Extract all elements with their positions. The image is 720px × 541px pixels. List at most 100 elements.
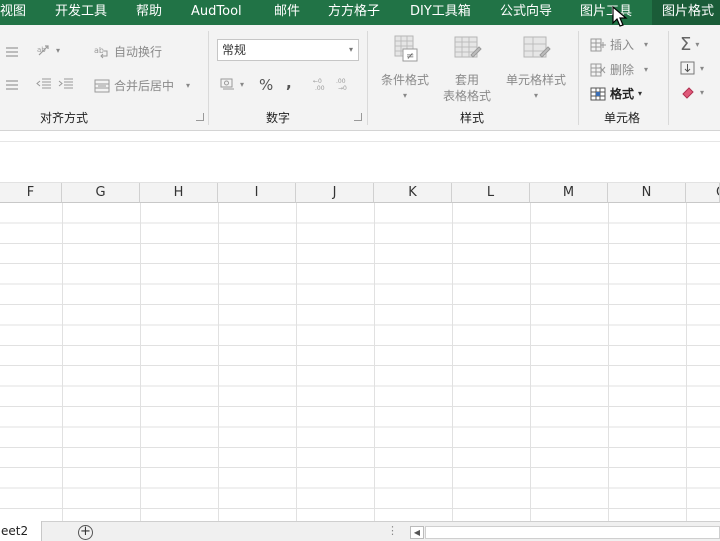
insert-label: 插入	[610, 38, 635, 52]
delete-label: 删除	[610, 63, 635, 77]
group-divider	[668, 31, 669, 125]
group-label-styles: 样式	[460, 111, 485, 125]
column-header-o[interactable]: O	[686, 183, 720, 203]
column-header-n[interactable]: N	[608, 183, 686, 203]
align-lines-icon[interactable]	[4, 78, 20, 92]
grid-line	[218, 203, 219, 521]
column-header-j[interactable]: J	[296, 183, 374, 203]
divider	[0, 141, 720, 142]
sigma-icon: Σ	[680, 34, 692, 55]
column-header-l[interactable]: L	[452, 183, 530, 203]
group-label-cells: 单元格	[604, 111, 641, 125]
column-header-h[interactable]: H	[140, 183, 218, 203]
grid-line	[140, 203, 141, 521]
wrap-text-label: 自动换行	[114, 45, 163, 59]
wrap-text-icon: ab	[94, 46, 108, 58]
eraser-icon	[682, 87, 694, 99]
format-as-table-icon	[454, 36, 482, 58]
merge-center-icon	[94, 79, 110, 92]
svg-text:→0: →0	[338, 85, 347, 91]
delete-cells-button[interactable]: 删除 ▾	[590, 61, 648, 78]
column-header-f[interactable]: F	[0, 183, 62, 203]
grid-line	[686, 203, 687, 521]
fill-down-icon	[680, 61, 695, 75]
conditional-format-icon: ≠	[394, 35, 418, 62]
insert-cells-icon	[590, 38, 606, 51]
grid-line	[608, 203, 609, 521]
svg-text:←0: ←0	[313, 78, 322, 85]
svg-text:.00: .00	[336, 78, 346, 85]
column-header-m[interactable]: M	[530, 183, 608, 203]
scroll-left-icon[interactable]: ◀	[410, 526, 424, 539]
formula-bar-area	[0, 131, 720, 183]
tab-developer[interactable]: 开发工具	[55, 0, 107, 25]
sheet-tab-bar: eet2 + ⋮ ◀	[0, 521, 720, 541]
tab-split-handle[interactable]: ⋮	[387, 524, 398, 537]
grid-line	[530, 203, 531, 521]
align-left-icon[interactable]	[4, 45, 20, 59]
comma-style-button[interactable]: ,	[286, 74, 292, 92]
group-divider	[208, 31, 209, 125]
format-as-table-label-2: 表格格式	[442, 89, 491, 103]
format-label: 格式	[610, 87, 635, 101]
svg-text:ab: ab	[94, 46, 104, 55]
cell-grid[interactable]	[0, 203, 720, 521]
tab-fangfang-gezi[interactable]: 方方格子	[328, 0, 380, 25]
mouse-cursor-icon	[612, 6, 628, 27]
grid-line	[452, 203, 453, 521]
grid-line	[62, 203, 63, 521]
format-as-table-button[interactable]: 套用 表格格式	[434, 33, 500, 104]
cell-styles-label: 单元格样式	[505, 73, 566, 87]
group-label-number: 数字	[266, 111, 291, 125]
tab-picture-format[interactable]: 图片格式	[652, 0, 720, 25]
conditional-format-button[interactable]: ≠ 条件格式 ▾	[376, 33, 434, 104]
format-cells-icon	[590, 87, 606, 100]
decrease-indent-icon	[36, 78, 51, 89]
svg-text:.00: .00	[315, 85, 325, 91]
sheet-tab-sheet2[interactable]: eet2	[0, 521, 42, 541]
svg-text:≠: ≠	[406, 51, 414, 62]
increase-decimal-button[interactable]: ←0.00	[313, 77, 329, 91]
merge-center-button[interactable]: 合并后居中 ▾	[94, 77, 190, 94]
tab-view[interactable]: 视图	[0, 0, 26, 25]
cell-styles-button[interactable]: 单元格样式 ▾	[500, 33, 572, 104]
increase-indent-button[interactable]	[58, 77, 74, 91]
format-cells-button[interactable]: 格式 ▾	[590, 85, 642, 102]
wrap-text-button[interactable]: ab 自动换行	[94, 43, 162, 60]
decrease-decimal-button[interactable]: .00 →0	[336, 77, 352, 91]
horizontal-scrollbar[interactable]	[425, 526, 720, 539]
alignment-launcher-icon[interactable]	[196, 113, 204, 121]
tab-help[interactable]: 帮助	[136, 0, 162, 25]
format-as-table-label-1: 套用	[454, 73, 479, 87]
fill-button[interactable]: ▾	[680, 61, 704, 75]
number-launcher-icon[interactable]	[354, 113, 362, 121]
autosum-button[interactable]: Σ ▾	[680, 34, 699, 55]
chevron-down-icon: ▾	[402, 91, 407, 100]
increase-indent-icon	[58, 78, 73, 89]
text-orientation-icon: ab	[37, 45, 49, 56]
cell-styles-icon	[523, 36, 551, 58]
svg-text:ab: ab	[37, 46, 46, 54]
group-label-alignment: 对齐方式	[40, 111, 89, 125]
insert-cells-button[interactable]: 插入 ▾	[590, 36, 648, 53]
grid-line	[296, 203, 297, 521]
percent-style-button[interactable]: %	[259, 76, 273, 94]
chevron-down-icon: ▾	[533, 91, 538, 100]
column-header-i[interactable]: I	[218, 183, 296, 203]
tab-mail[interactable]: 邮件	[274, 0, 300, 25]
group-divider	[578, 31, 579, 125]
clear-button[interactable]: ▾	[680, 85, 704, 99]
accounting-format-button[interactable]: ▾	[220, 77, 244, 91]
excel-window: 视图 开发工具 帮助 AudTool 邮件 方方格子 DIY工具箱 公式向导 图…	[0, 0, 720, 541]
tab-diy-toolbox[interactable]: DIY工具箱	[410, 0, 471, 25]
column-header-k[interactable]: K	[374, 183, 452, 203]
ribbon: ab ▾ ab 自动换行 合并后居中 ▾ 对齐方式 常规 ▾ ▾ % , ←0 …	[0, 25, 720, 131]
column-header-g[interactable]: G	[62, 183, 140, 203]
orientation-button[interactable]: ab ▾	[36, 43, 60, 57]
tab-audtool[interactable]: AudTool	[191, 0, 242, 25]
tab-formula-wizard[interactable]: 公式向导	[500, 0, 552, 25]
add-sheet-button[interactable]: +	[78, 525, 93, 540]
number-format-dropdown[interactable]: 常规 ▾	[217, 39, 359, 61]
accounting-icon	[220, 78, 234, 90]
decrease-indent-button[interactable]	[36, 77, 52, 91]
